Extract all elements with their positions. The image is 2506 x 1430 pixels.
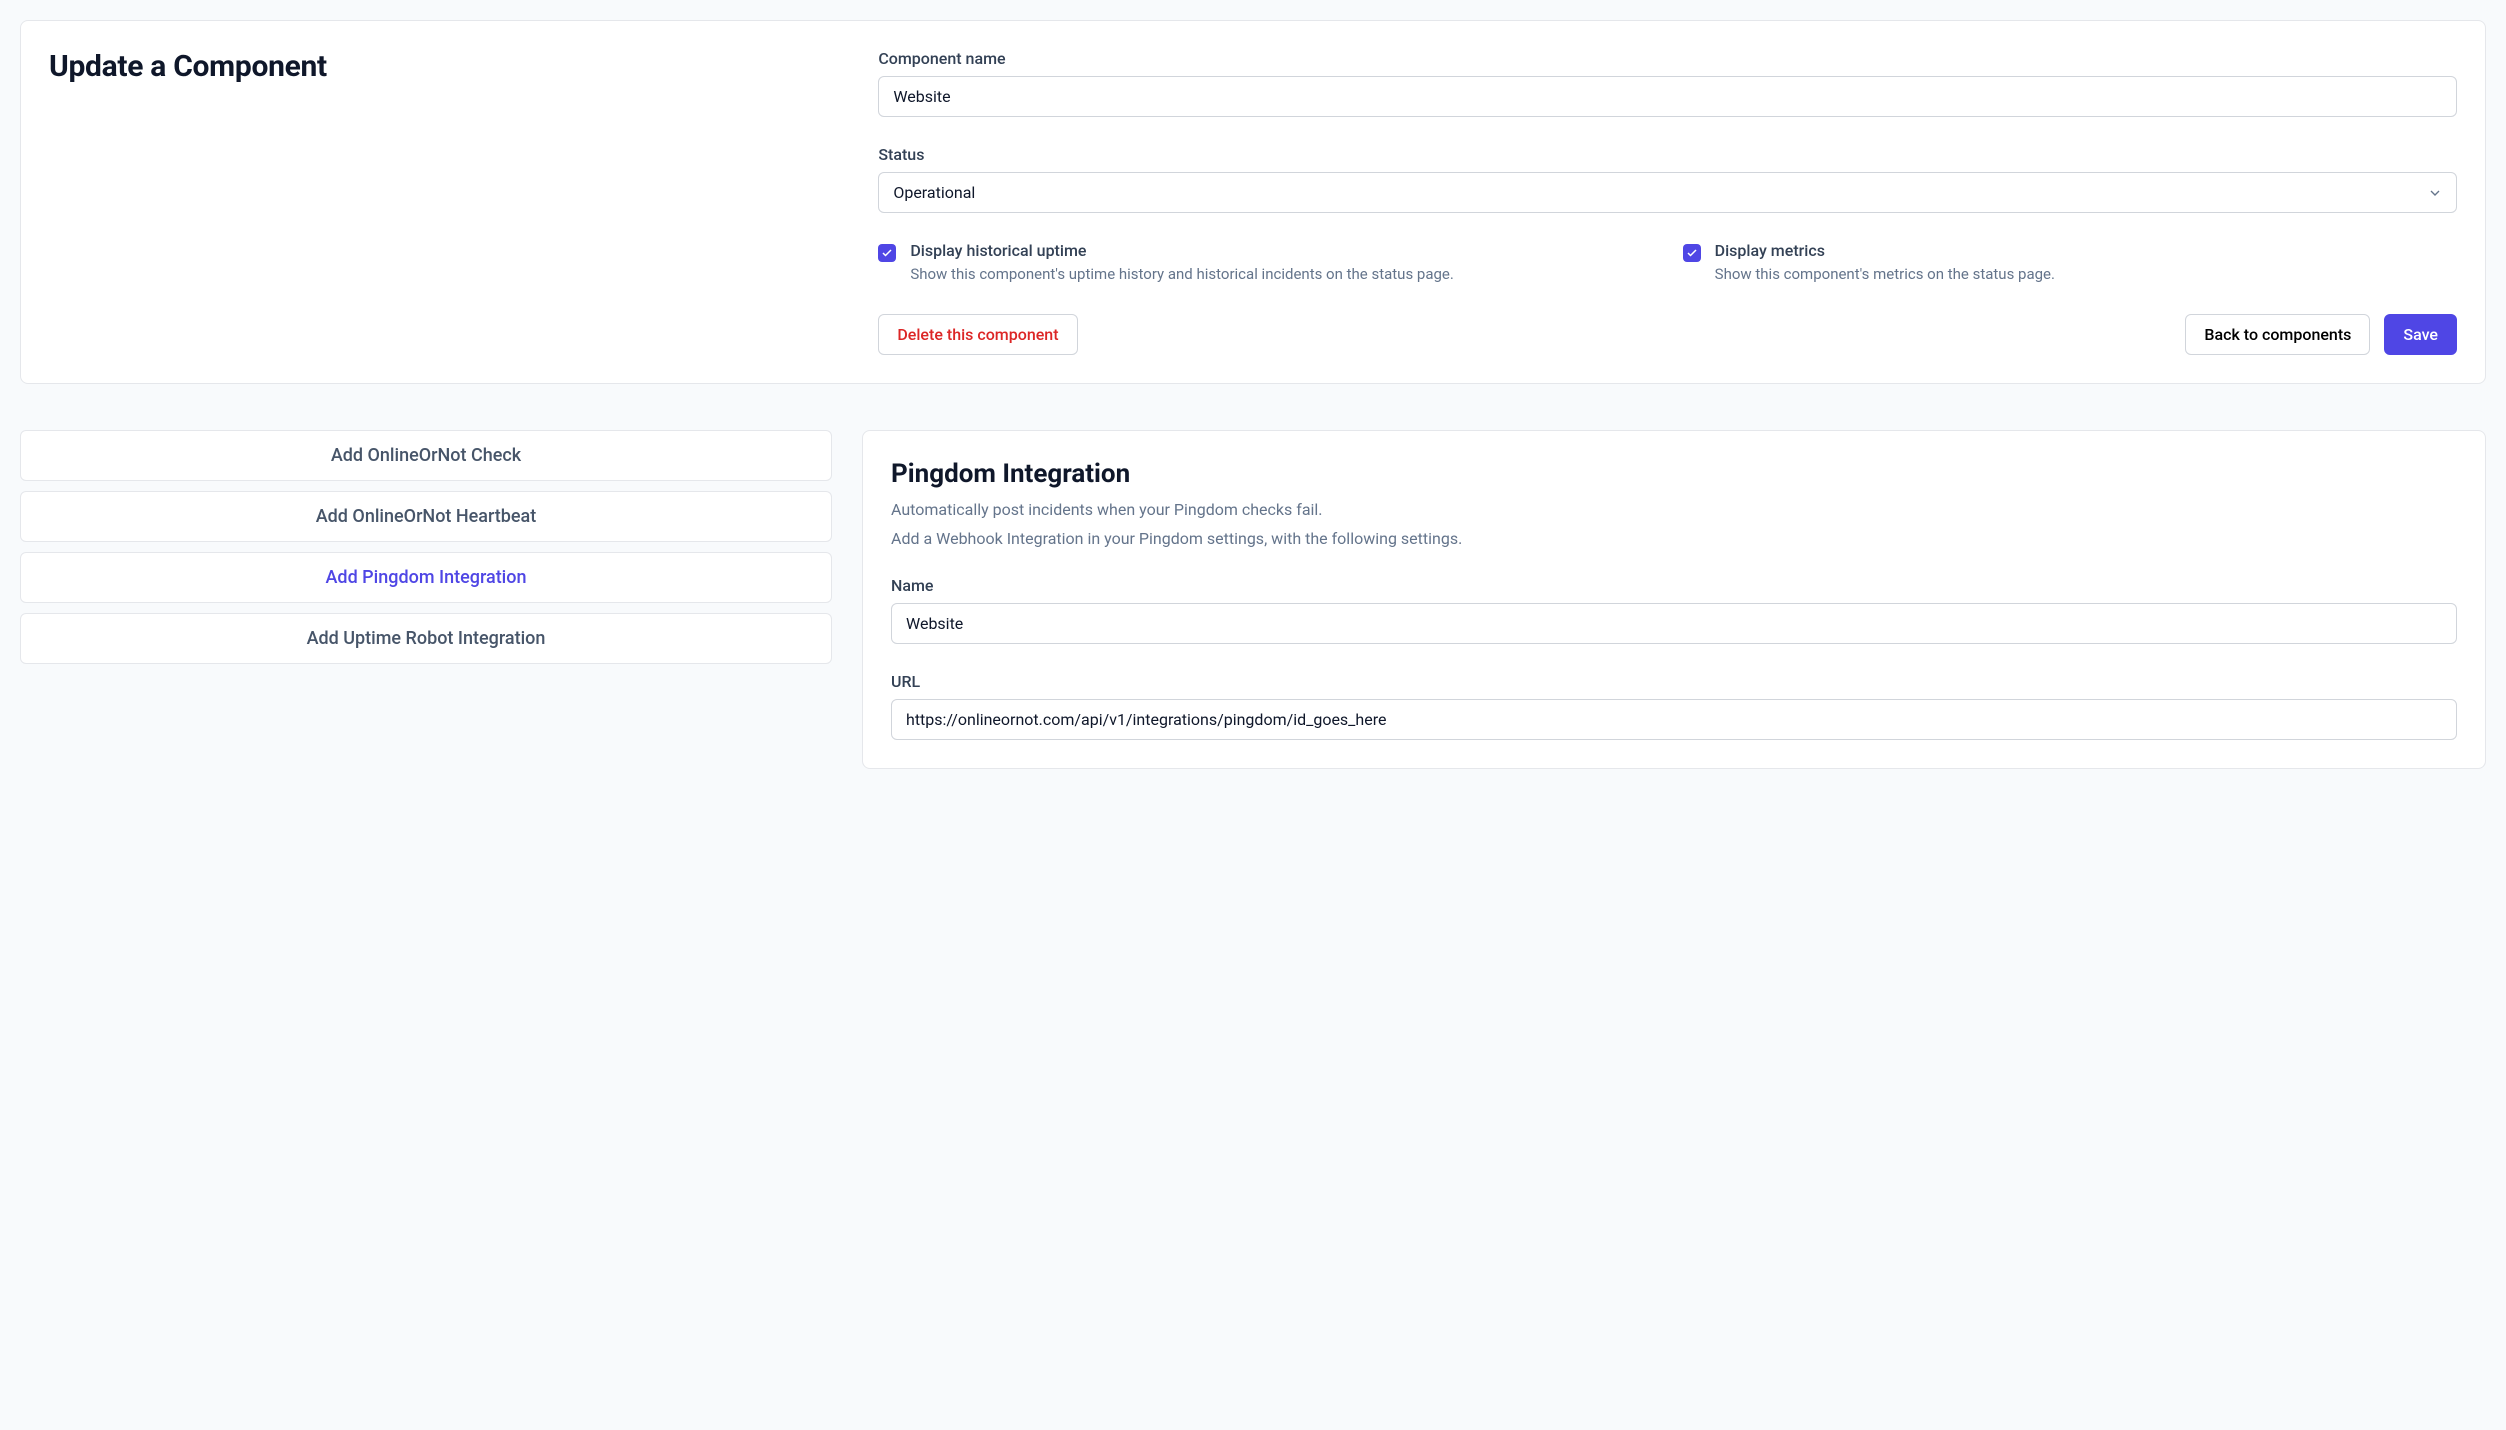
status-group: Status Operational [878, 145, 2457, 213]
add-onlineornot-heartbeat-button[interactable]: Add OnlineOrNot Heartbeat [20, 491, 832, 542]
status-label: Status [878, 145, 2457, 164]
left-col: Update a Component [49, 49, 838, 355]
check-icon [1686, 247, 1698, 259]
pingdom-name-group: Name Website [891, 576, 2457, 644]
component-name-input[interactable] [878, 76, 2457, 117]
component-name-group: Component name [878, 49, 2457, 117]
integration-list: Add OnlineOrNot Check Add OnlineOrNot He… [20, 430, 832, 769]
save-button[interactable]: Save [2384, 314, 2457, 355]
uptime-text: Display historical uptime Show this comp… [910, 241, 1454, 286]
uptime-desc: Show this component's uptime history and… [910, 264, 1454, 286]
pingdom-url-value[interactable]: https://onlineornot.com/api/v1/integrati… [891, 699, 2457, 740]
add-pingdom-integration-button[interactable]: Add Pingdom Integration [20, 552, 832, 603]
back-to-components-button[interactable]: Back to components [2185, 314, 2370, 355]
delete-component-button[interactable]: Delete this component [878, 314, 1077, 355]
metrics-check-item: Display metrics Show this component's me… [1683, 241, 2457, 286]
pingdom-name-value[interactable]: Website [891, 603, 2457, 644]
component-name-label: Component name [878, 49, 2457, 68]
metrics-title: Display metrics [1715, 241, 2055, 260]
button-row: Delete this component Back to components… [878, 314, 2457, 355]
pingdom-desc-2: Add a Webhook Integration in your Pingdo… [891, 526, 2457, 552]
uptime-title: Display historical uptime [910, 241, 1454, 260]
pingdom-url-group: URL https://onlineornot.com/api/v1/integ… [891, 672, 2457, 740]
add-uptime-robot-integration-button[interactable]: Add Uptime Robot Integration [20, 613, 832, 664]
pingdom-url-label: URL [891, 672, 2457, 691]
metrics-checkbox[interactable] [1683, 244, 1701, 262]
pingdom-title: Pingdom Integration [891, 459, 2457, 489]
checkbox-row: Display historical uptime Show this comp… [878, 241, 2457, 286]
update-component-card: Update a Component Component name Status… [20, 20, 2486, 384]
metrics-text: Display metrics Show this component's me… [1715, 241, 2055, 286]
status-select[interactable]: Operational [878, 172, 2457, 213]
lower-section: Add OnlineOrNot Check Add OnlineOrNot He… [20, 430, 2486, 769]
uptime-checkbox[interactable] [878, 244, 896, 262]
pingdom-name-label: Name [891, 576, 2457, 595]
pingdom-card: Pingdom Integration Automatically post i… [862, 430, 2486, 769]
status-select-wrap: Operational [878, 172, 2457, 213]
right-buttons: Back to components Save [2185, 314, 2457, 355]
add-onlineornot-check-button[interactable]: Add OnlineOrNot Check [20, 430, 832, 481]
check-icon [881, 247, 893, 259]
pingdom-fields: Name Website URL https://onlineornot.com… [891, 576, 2457, 740]
page-title: Update a Component [49, 49, 838, 84]
uptime-check-item: Display historical uptime Show this comp… [878, 241, 1652, 286]
pingdom-desc-1: Automatically post incidents when your P… [891, 497, 2457, 523]
form-col: Component name Status Operational Displa… [878, 49, 2457, 355]
metrics-desc: Show this component's metrics on the sta… [1715, 264, 2055, 286]
